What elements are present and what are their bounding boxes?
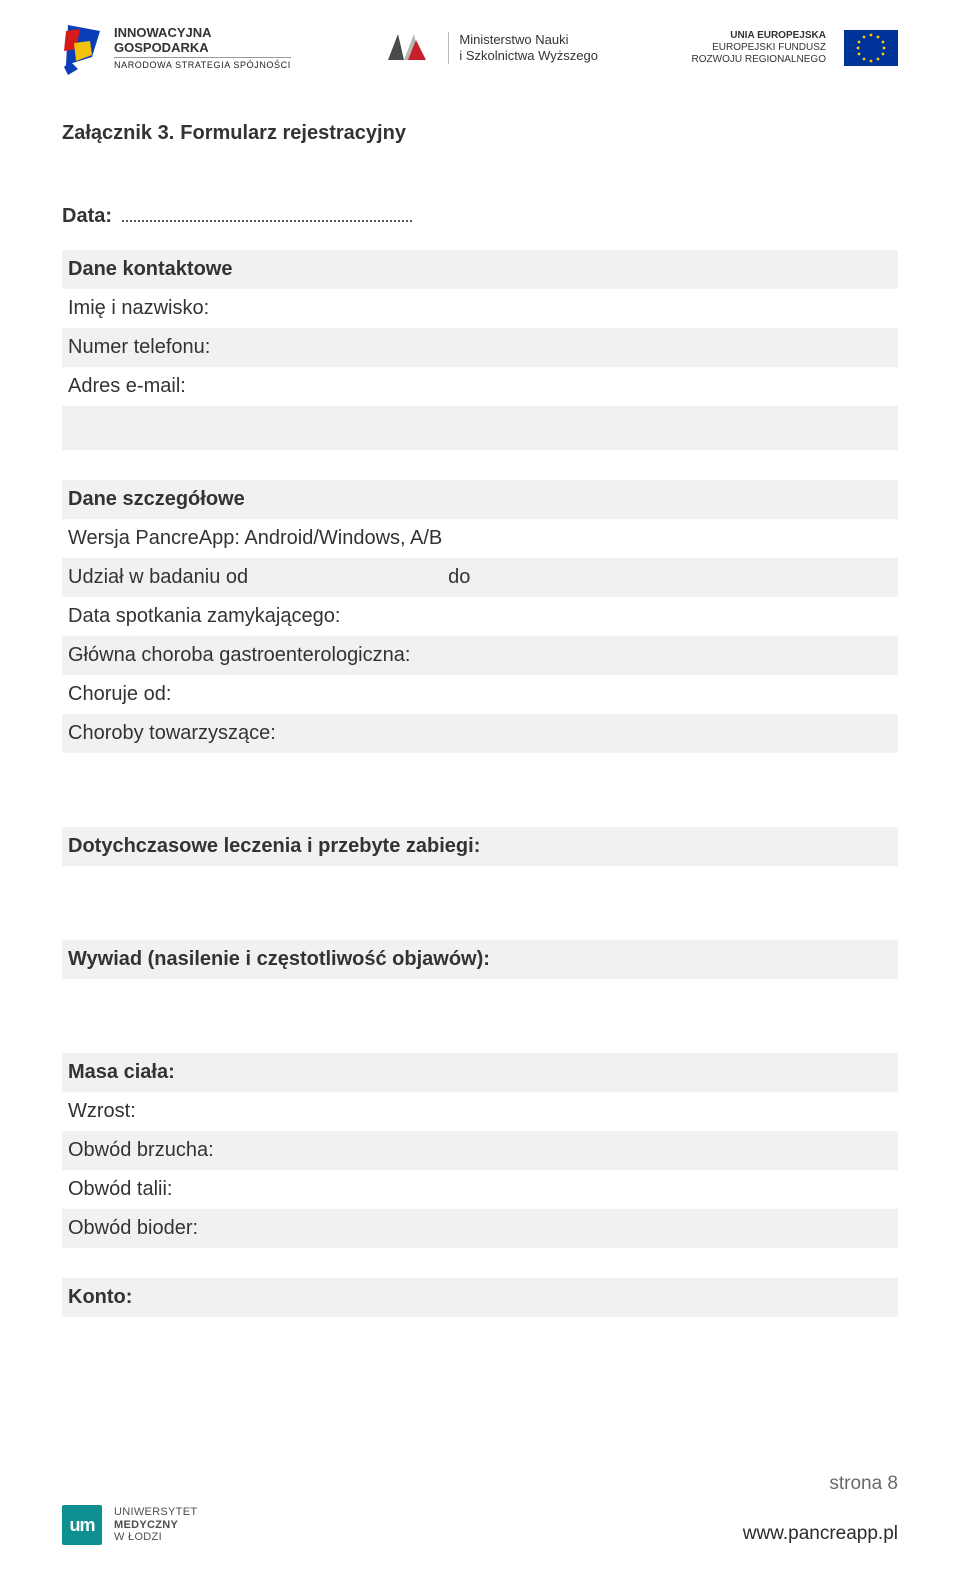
title-name: Formularz rejestracyjny [180, 122, 406, 145]
contact-name-field[interactable]: Imię i nazwisko: [62, 289, 898, 328]
footer-right: strona 8 www.pancreapp.pl [743, 1473, 898, 1545]
interview-table: Wywiad (nasilenie i częstotliwość objawó… [62, 940, 898, 1023]
footer-url: www.pancreapp.pl [743, 1523, 898, 1544]
interview-blank-row[interactable] [62, 979, 898, 1023]
ig-subtitle: NARODOWA STRATEGIA SPÓJNOŚCI [114, 57, 291, 70]
closing-meeting-field[interactable]: Data spotkania zamykającego: [62, 597, 898, 636]
main-disease-field[interactable]: Główna choroba gastroenterologiczna: [62, 636, 898, 675]
um-line2: MEDYCZNY [114, 1519, 197, 1532]
waist-field[interactable]: Obwód talii: [62, 1170, 898, 1209]
sick-since-field[interactable]: Choruje od: [62, 675, 898, 714]
ig-title-2: GOSPODARKA [114, 40, 291, 55]
page-footer: um UNIWERSYTET MEDYCZNY W ŁODZI strona 8… [62, 1473, 898, 1545]
ig-flag-icon [62, 21, 104, 75]
header-logos: INNOWACYJNA GOSPODARKA NARODOWA STRATEGI… [62, 18, 898, 78]
document-title: Załącznik 3. Formularz rejestracyjny [62, 122, 898, 145]
logo-innowacyjna-gospodarka: INNOWACYJNA GOSPODARKA NARODOWA STRATEGI… [62, 21, 291, 75]
date-dotted-line[interactable] [122, 220, 412, 222]
eu-flag-icon [844, 30, 898, 66]
hips-field[interactable]: Obwód bioder: [62, 1209, 898, 1248]
title-prefix: Załącznik 3. [62, 122, 174, 145]
date-label: Data: [62, 205, 112, 228]
contact-table: Dane kontaktowe Imię i nazwisko: Numer t… [62, 250, 898, 450]
contact-email-field[interactable]: Adres e-mail: [62, 367, 898, 406]
logo-mnisw: Ministerstwo Nauki i Szkolnictwa Wyższeg… [384, 30, 598, 66]
interview-header: Wywiad (nasilenie i częstotliwość objawó… [62, 940, 898, 979]
study-to-label: do [448, 566, 470, 589]
eu-line2: EUROPEJSKI FUNDUSZ [692, 42, 826, 54]
um-logo-icon: um [62, 1505, 102, 1545]
mnisw-icon [384, 30, 438, 66]
study-from-label: Udział w badaniu od [68, 566, 248, 589]
mnisw-line2: i Szkolnictwa Wyższego [459, 48, 598, 64]
details-header: Dane szczegółowe [62, 480, 898, 519]
treatments-blank-row[interactable] [62, 866, 898, 910]
account-table: Konto: [62, 1278, 898, 1317]
account-header[interactable]: Konto: [62, 1278, 898, 1317]
um-line1: UNIWERSYTET [114, 1506, 197, 1519]
study-period-field[interactable]: Udział w badaniu od do [62, 558, 898, 597]
belly-field[interactable]: Obwód brzucha: [62, 1131, 898, 1170]
footer-left: um UNIWERSYTET MEDYCZNY W ŁODZI [62, 1505, 197, 1545]
height-field[interactable]: Wzrost: [62, 1092, 898, 1131]
treatments-table: Dotychczasowe leczenia i przebyte zabieg… [62, 827, 898, 910]
date-field-row: Data: [62, 205, 898, 228]
page-number: strona 8 [743, 1473, 898, 1495]
logo-eu: UNIA EUROPEJSKA EUROPEJSKI FUNDUSZ ROZWO… [692, 30, 898, 66]
um-line3: W ŁODZI [114, 1531, 197, 1544]
eu-line3: ROZWOJU REGIONALNEGO [692, 54, 826, 66]
mnisw-line1: Ministerstwo Nauki [459, 32, 598, 48]
ig-title-1: INNOWACYJNA [114, 26, 291, 40]
details-table: Dane szczegółowe Wersja PancreApp: Andro… [62, 480, 898, 797]
details-blank-row[interactable] [62, 753, 898, 797]
treatments-header: Dotychczasowe leczenia i przebyte zabieg… [62, 827, 898, 866]
anthro-table: Masa ciała: Wzrost: Obwód brzucha: Obwód… [62, 1053, 898, 1248]
contact-phone-field[interactable]: Numer telefonu: [62, 328, 898, 367]
contact-blank-row[interactable] [62, 406, 898, 450]
version-field[interactable]: Wersja PancreApp: Android/Windows, A/B [62, 519, 898, 558]
eu-line1: UNIA EUROPEJSKA [692, 30, 826, 42]
comorbid-field[interactable]: Choroby towarzyszące: [62, 714, 898, 753]
contact-header: Dane kontaktowe [62, 250, 898, 289]
mass-field[interactable]: Masa ciała: [62, 1053, 898, 1092]
